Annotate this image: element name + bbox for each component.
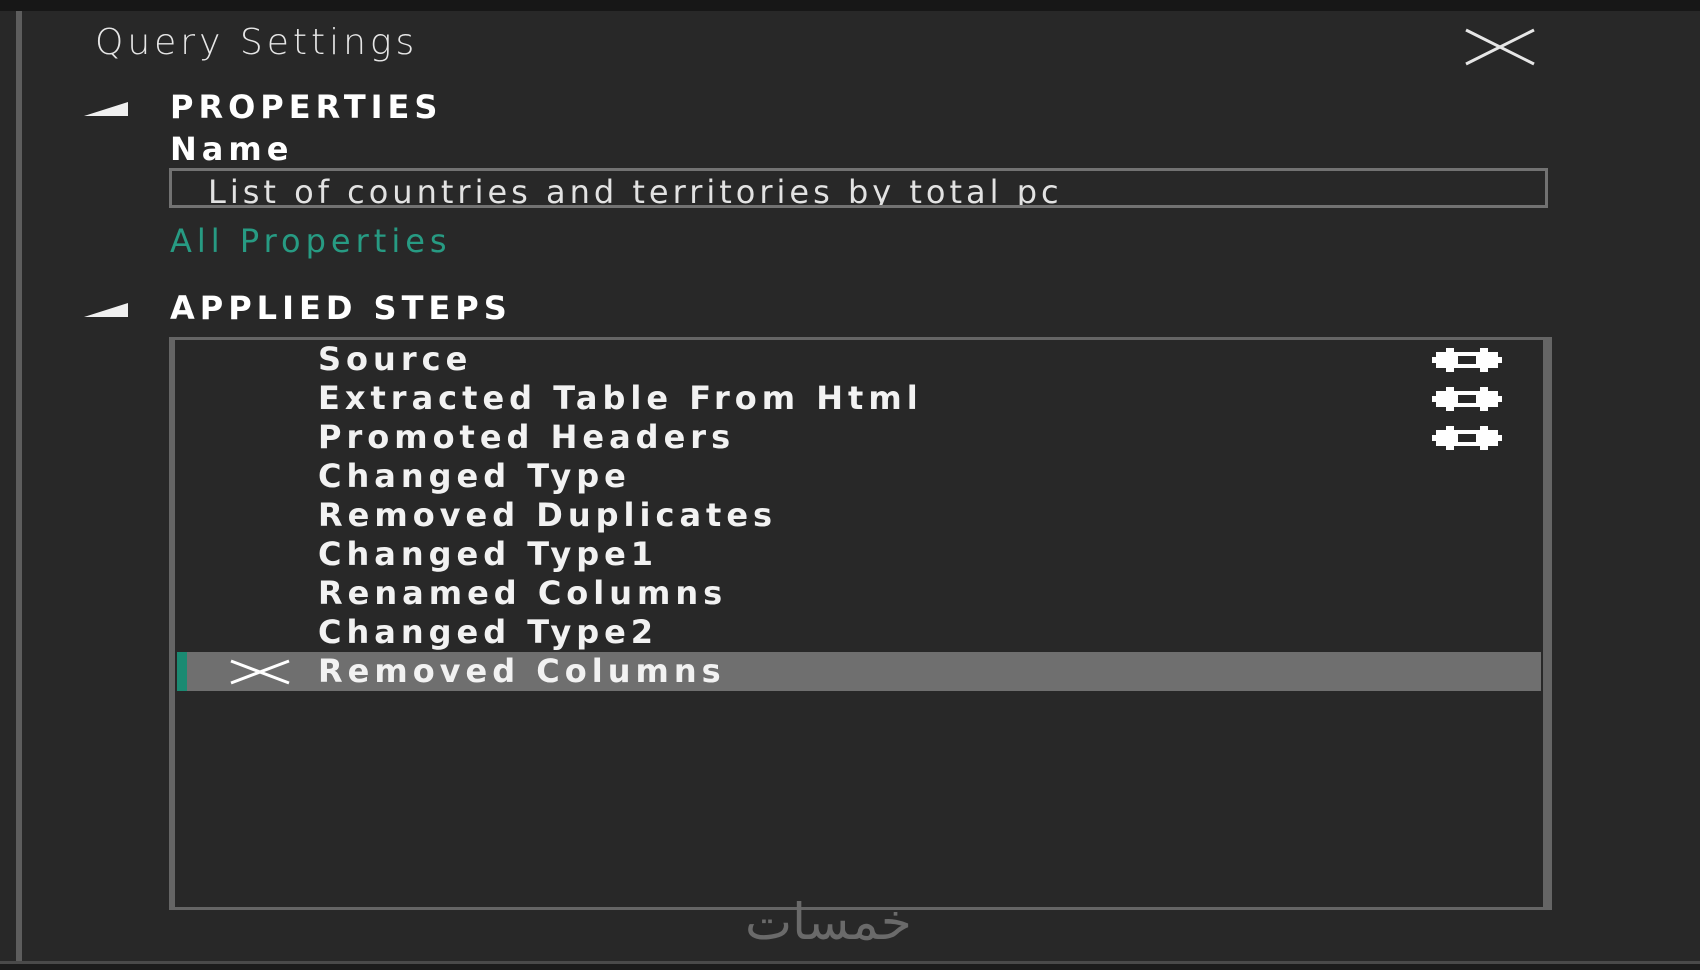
gear-icon[interactable]	[1432, 348, 1502, 372]
step-renamed-columns[interactable]: Renamed Columns	[177, 574, 1541, 613]
query-name-value: List of countries and territories by tot…	[208, 173, 1063, 208]
close-icon	[1465, 28, 1535, 66]
pane-resize-handle[interactable]	[16, 11, 22, 961]
top-strip	[0, 0, 1700, 11]
collapse-triangle-icon	[84, 102, 128, 116]
step-label: Renamed Columns	[318, 574, 728, 612]
all-properties-link[interactable]: All Properties	[170, 222, 452, 260]
delete-x-icon[interactable]	[227, 659, 293, 685]
name-label: Name	[170, 130, 294, 168]
watermark-logo: خمسات	[745, 893, 912, 951]
panel-title: Query Settings	[95, 22, 419, 63]
step-source[interactable]: Source	[177, 340, 1541, 379]
step-label: Changed Type1	[318, 535, 659, 573]
step-label: Changed Type	[318, 457, 631, 495]
close-button[interactable]	[1460, 26, 1540, 68]
query-name-input[interactable]: List of countries and territories by tot…	[169, 168, 1548, 208]
gear-icon[interactable]	[1432, 426, 1502, 450]
step-label: Source	[318, 340, 473, 378]
step-label: Removed Duplicates	[318, 496, 778, 534]
step-changed-type2[interactable]: Changed Type2	[177, 613, 1541, 652]
step-changed-type1[interactable]: Changed Type1	[177, 535, 1541, 574]
applied-steps-list: Source Extracted Table From Html Promote…	[169, 337, 1552, 910]
step-label: Removed Columns	[318, 652, 726, 690]
step-extracted-table-from-html[interactable]: Extracted Table From Html	[177, 379, 1541, 418]
applied-steps-section-header[interactable]: APPLIED STEPS	[80, 289, 1580, 329]
selection-indicator	[177, 652, 187, 691]
step-label: Changed Type2	[318, 613, 659, 651]
step-promoted-headers[interactable]: Promoted Headers	[177, 418, 1541, 457]
properties-section-header[interactable]: PROPERTIES	[80, 88, 1580, 128]
step-removed-columns[interactable]: Removed Columns	[177, 652, 1541, 691]
properties-header-label: PROPERTIES	[170, 88, 443, 126]
step-label: Promoted Headers	[318, 418, 736, 456]
gear-icon[interactable]	[1432, 387, 1502, 411]
step-changed-type[interactable]: Changed Type	[177, 457, 1541, 496]
bottom-strip	[0, 964, 1700, 970]
step-removed-duplicates[interactable]: Removed Duplicates	[177, 496, 1541, 535]
collapse-triangle-icon	[84, 303, 128, 317]
step-label: Extracted Table From Html	[318, 379, 923, 417]
applied-steps-header-label: APPLIED STEPS	[170, 289, 512, 327]
